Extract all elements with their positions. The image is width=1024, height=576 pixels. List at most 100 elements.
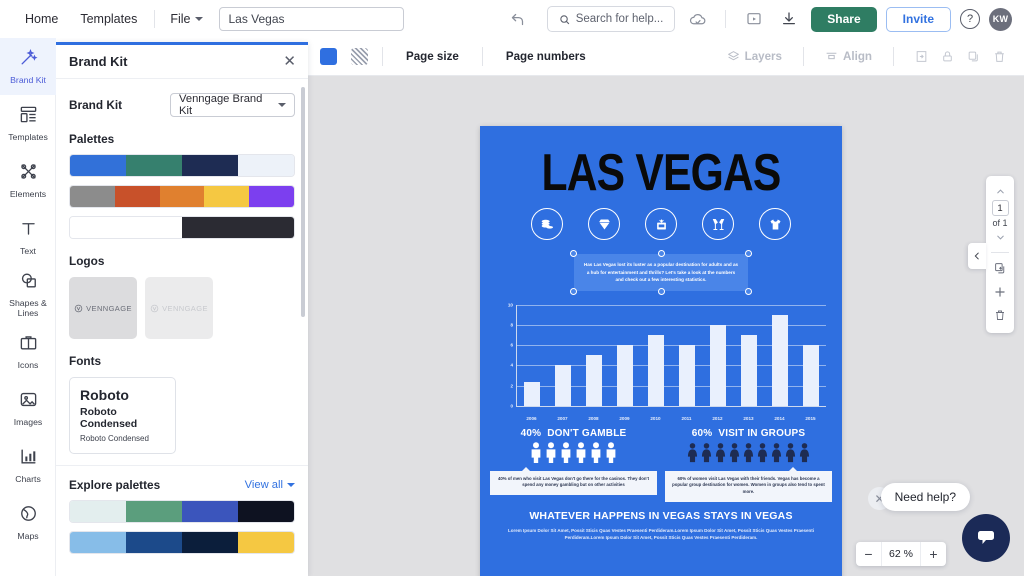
sidebar-item-charts[interactable]: Charts [0, 437, 56, 494]
slot-machine-icon[interactable] [645, 208, 677, 240]
share-button[interactable]: Share [811, 6, 877, 32]
y-tick: 2 [510, 383, 513, 389]
y-tick: 6 [510, 342, 513, 348]
invite-button[interactable]: Invite [885, 6, 951, 32]
sidebar-item-shapes-lines[interactable]: Shapes & Lines [0, 266, 56, 323]
bar-chart[interactable]: 10 8 6 4 2 0 2006 2007 2008 2009 2010 20… [494, 299, 830, 424]
zoom-in-button[interactable]: + [921, 542, 946, 566]
explore-palette-row[interactable] [69, 531, 295, 554]
champagne-toast-icon[interactable] [702, 208, 734, 240]
panel-title: Brand Kit [69, 54, 128, 69]
palette-swatch-row[interactable] [69, 216, 295, 239]
search-icon [560, 14, 569, 24]
y-tick: 4 [510, 362, 513, 368]
person-female-icon [771, 442, 782, 462]
undo-icon[interactable] [504, 6, 530, 32]
nav-templates[interactable]: Templates [69, 6, 148, 32]
palette-swatch-row[interactable] [69, 185, 295, 208]
background-color-swatch[interactable] [320, 48, 337, 65]
diamond-icon[interactable] [588, 208, 620, 240]
selection-handle[interactable] [657, 287, 665, 295]
brand-kit-select-value: Venngage Brand Kit [179, 93, 263, 117]
search-help-button[interactable]: Search for help... [546, 6, 676, 32]
add-page-icon[interactable] [989, 280, 1011, 303]
font-card[interactable]: Roboto Roboto Condensed Roboto Condensed [69, 377, 176, 454]
nav-home[interactable]: Home [14, 6, 69, 32]
x-tick: 2009 [619, 415, 630, 421]
download-icon[interactable] [776, 6, 802, 32]
pattern-swatch-icon[interactable] [351, 48, 368, 65]
stat-label: DON'T GAMBLE [547, 427, 627, 439]
canvas-toolbar: Page size Page numbers Layers Align [308, 38, 1024, 76]
duplicate-page-icon[interactable] [989, 257, 1011, 280]
tshirt-icon[interactable] [759, 208, 791, 240]
selection-handle[interactable] [570, 287, 577, 295]
document-title-input[interactable] [219, 7, 405, 31]
explore-palette-row[interactable] [69, 500, 295, 523]
zoom-level-value[interactable]: 62 % [881, 542, 921, 566]
font-heading: Roboto [80, 387, 129, 403]
palette-color [70, 155, 126, 176]
chevron-up-icon[interactable] [989, 182, 1011, 200]
stat-heading: 60% VISIT IN GROUPS [665, 428, 832, 439]
sidebar-item-elements[interactable]: Elements [0, 152, 56, 209]
layers-icon [727, 51, 739, 61]
trash-icon[interactable] [986, 44, 1012, 70]
infographic-title[interactable]: LAS VEGAS [513, 146, 810, 200]
bar-cell [579, 305, 610, 406]
sidebar-item-brand-kit[interactable]: Brand Kit [0, 38, 56, 95]
logo-card[interactable]: VENNGAGE [145, 277, 213, 339]
cloud-saved-icon[interactable] [684, 6, 710, 32]
page-numbers-button[interactable]: Page numbers [497, 45, 595, 68]
sidebar-item-maps[interactable]: Maps [0, 494, 56, 551]
sidebar-item-text[interactable]: Text [0, 209, 56, 266]
selection-handle[interactable] [745, 287, 752, 295]
stat-dont-gamble[interactable]: 40% DON'T GAMBLE 40% of men who visit La… [490, 428, 657, 502]
palette-color [70, 501, 126, 522]
magic-wand-icon [19, 48, 38, 72]
collapse-panel-button[interactable] [968, 243, 986, 269]
design-page[interactable]: LAS VEGAS Has Las Vegas lost its luster … [480, 126, 842, 576]
lock-icon[interactable] [934, 44, 960, 70]
selection-handle[interactable] [745, 250, 752, 257]
venngage-logo-icon [150, 304, 159, 312]
selection-handle[interactable] [657, 250, 665, 257]
sidebar-item-templates[interactable]: Templates [0, 95, 56, 152]
page-size-button[interactable]: Page size [397, 45, 468, 68]
coins-icon[interactable] [531, 208, 563, 240]
current-page-number[interactable]: 1 [991, 200, 1009, 216]
selection-handle[interactable] [570, 250, 577, 257]
bar-cell [517, 305, 548, 406]
x-tick: 2011 [681, 415, 692, 421]
stat-visit-in-groups[interactable]: 60% VISIT IN GROUPS 60% of women visit L… [665, 428, 832, 502]
align-button[interactable]: Align [818, 46, 879, 67]
avatar[interactable]: KW [989, 7, 1012, 31]
panel-scrollbar[interactable] [301, 87, 305, 317]
chat-bubble-icon[interactable] [962, 514, 1010, 562]
close-icon[interactable]: ✕ [283, 54, 296, 69]
layers-button[interactable]: Layers [720, 46, 789, 67]
panel-header: Brand Kit ✕ [56, 45, 308, 79]
palette-swatch-row[interactable] [69, 154, 295, 177]
divider [803, 47, 805, 66]
file-menu[interactable]: File [161, 6, 212, 32]
y-tick: 0 [510, 403, 513, 409]
charts-icon [19, 447, 38, 471]
view-all-button[interactable]: View all [245, 479, 295, 491]
present-icon[interactable] [741, 6, 767, 32]
zoom-out-button[interactable]: − [856, 542, 881, 566]
delete-page-icon[interactable] [989, 303, 1011, 326]
infographic-footer[interactable]: WHATEVER HAPPENS IN VEGAS STAYS IN VEGAS… [480, 502, 842, 541]
frame-icon[interactable] [908, 44, 934, 70]
callout-textbox[interactable]: Has Las Vegas lost its luster as a popul… [570, 250, 752, 295]
person-male-icon [531, 441, 541, 463]
need-help-bubble[interactable]: Need help? [880, 483, 970, 511]
sidebar-item-images[interactable]: Images [0, 380, 56, 437]
logo-card[interactable]: VENNGAGE [69, 277, 137, 339]
palette-color [114, 186, 160, 207]
sidebar-item-icons[interactable]: Icons [0, 323, 56, 380]
chevron-down-icon[interactable] [989, 228, 1011, 246]
help-icon[interactable]: ? [960, 9, 980, 29]
duplicate-icon[interactable] [960, 44, 986, 70]
brand-kit-select[interactable]: Venngage Brand Kit [170, 93, 295, 117]
